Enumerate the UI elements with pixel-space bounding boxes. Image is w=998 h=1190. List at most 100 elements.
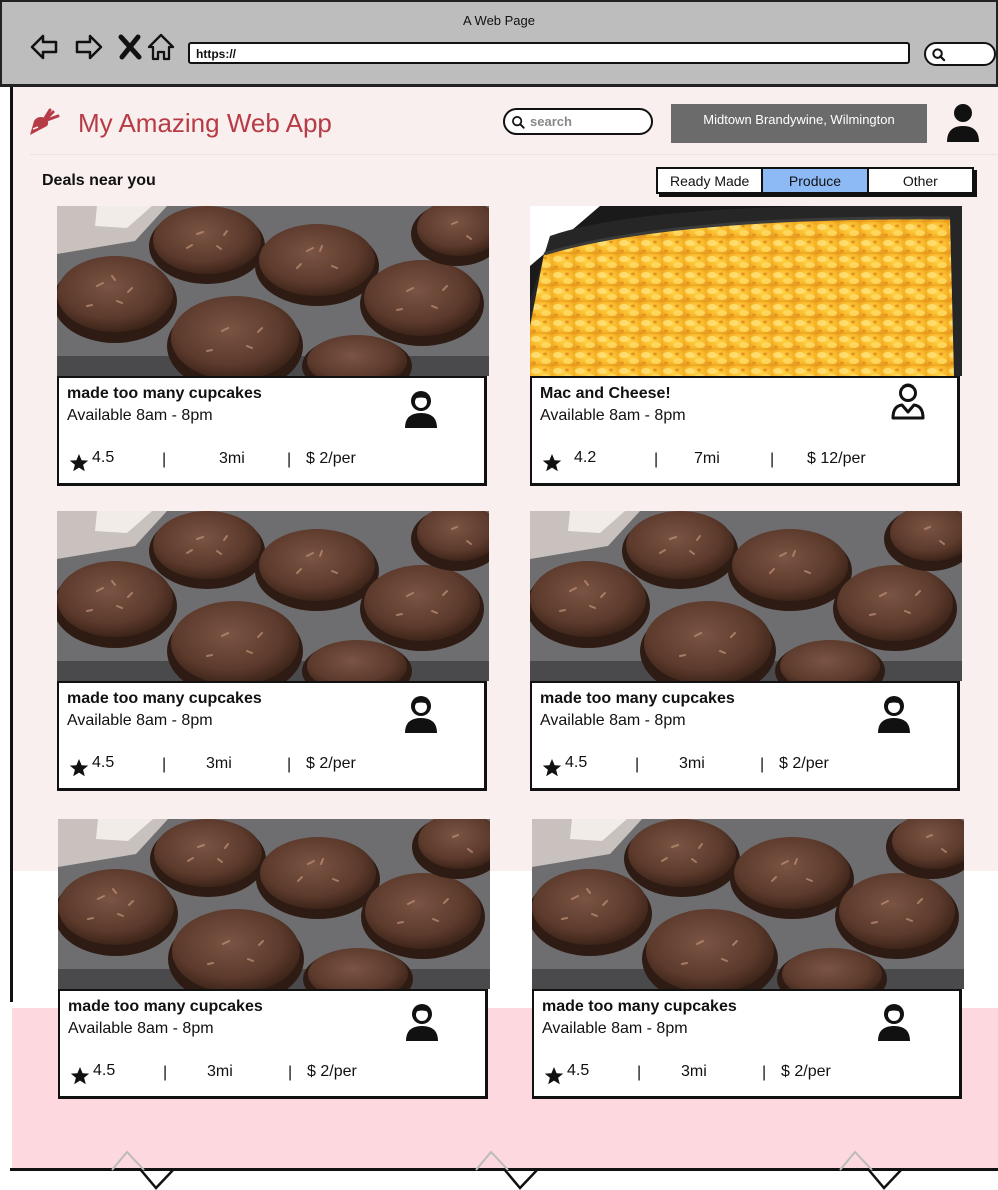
category-tabs: Ready Made Produce Other	[656, 167, 974, 194]
listing-distance: 3mi	[679, 755, 705, 772]
rating-value: 4.5	[565, 754, 588, 771]
separator: |	[762, 1064, 767, 1081]
listing-info: made too many cupcakes Available 8am - 8…	[57, 681, 487, 791]
star-icon	[69, 759, 89, 777]
listing-rating: 4.5	[544, 1062, 589, 1086]
listing-title[interactable]: made too many cupcakes	[68, 998, 263, 1016]
listing-hours: Available 8am - 8pm	[68, 1020, 214, 1037]
listing-hours: Available 8am - 8pm	[542, 1020, 688, 1037]
star-icon	[542, 759, 562, 777]
cupcakes-photo[interactable]	[532, 819, 964, 989]
listing-price: $ 2/per	[306, 755, 356, 772]
header-divider	[30, 154, 998, 155]
listing-title[interactable]: Mac and Cheese!	[540, 385, 671, 403]
home-icon[interactable]	[146, 32, 176, 62]
tab-ready-made[interactable]: Ready Made	[658, 169, 764, 192]
listing-info: made too many cupcakes Available 8am - 8…	[530, 681, 960, 791]
user-profile-icon[interactable]	[944, 102, 982, 144]
rating-value: 4.2	[574, 449, 597, 466]
separator: |	[287, 451, 292, 468]
cupcakes-photo[interactable]	[530, 511, 962, 681]
listing-rating: 4.5	[69, 449, 114, 473]
woman-user-icon[interactable]	[404, 1001, 440, 1041]
separator: |	[287, 756, 292, 773]
listing-info: made too many cupcakes Available 8am - 8…	[532, 989, 962, 1099]
back-arrow-icon[interactable]	[29, 32, 59, 62]
rating-value: 4.5	[92, 449, 115, 466]
app-title[interactable]: My Amazing Web App	[78, 108, 332, 139]
listing-card[interactable]: made too many cupcakes Available 8am - 8…	[58, 819, 490, 1101]
listing-info: Mac and Cheese! Available 8am - 8pm 4.2 …	[530, 376, 960, 486]
address-bar[interactable]: https://	[188, 42, 910, 64]
listing-hours: Available 8am - 8pm	[540, 712, 686, 729]
tab-other[interactable]: Other	[869, 169, 972, 192]
listing-rating: 4.5	[70, 1062, 115, 1086]
cupcakes-photo[interactable]	[57, 206, 489, 376]
tab-produce[interactable]: Produce	[763, 169, 869, 192]
listing-card[interactable]: Mac and Cheese! Available 8am - 8pm 4.2 …	[530, 206, 962, 488]
separator: |	[162, 756, 167, 773]
listing-hours: Available 8am - 8pm	[67, 712, 213, 729]
scroll-down-chevron-icon[interactable]	[110, 1148, 180, 1190]
listing-rating: 4.5	[542, 754, 587, 778]
listing-distance: 3mi	[681, 1063, 707, 1080]
separator: |	[654, 451, 659, 468]
separator: |	[760, 756, 765, 773]
browser-search-field[interactable]	[924, 42, 996, 66]
woman-user-icon[interactable]	[876, 693, 912, 733]
scroll-down-chevron-icon[interactable]	[474, 1148, 544, 1190]
listing-price: $ 2/per	[306, 450, 356, 467]
stop-x-icon[interactable]	[115, 32, 145, 62]
man-user-outline-icon[interactable]	[890, 382, 926, 422]
listing-rating: 4.5	[69, 754, 114, 778]
separator: |	[635, 756, 640, 773]
listing-title[interactable]: made too many cupcakes	[67, 690, 262, 708]
listing-card[interactable]: made too many cupcakes Available 8am - 8…	[57, 511, 489, 793]
listing-hours: Available 8am - 8pm	[67, 407, 213, 424]
listing-distance: 3mi	[219, 450, 245, 467]
carrot-logo-icon[interactable]	[28, 107, 62, 137]
star-icon	[70, 1067, 90, 1085]
separator: |	[637, 1064, 642, 1081]
location-selector[interactable]: Midtown Brandywine, Wilmington	[671, 104, 927, 143]
listing-card[interactable]: made too many cupcakes Available 8am - 8…	[532, 819, 964, 1101]
listing-price: $ 12/per	[807, 450, 866, 467]
forward-arrow-icon[interactable]	[74, 32, 104, 62]
separator: |	[162, 451, 167, 468]
separator: |	[163, 1064, 168, 1081]
window-title: A Web Page	[462, 13, 536, 28]
search-input[interactable]: search	[503, 108, 653, 135]
woman-user-icon[interactable]	[876, 1001, 912, 1041]
listing-hours: Available 8am - 8pm	[540, 407, 686, 424]
scroll-down-chevron-icon[interactable]	[838, 1148, 908, 1190]
mac-and-cheese-photo[interactable]	[530, 206, 962, 376]
listing-price: $ 2/per	[307, 1063, 357, 1080]
listing-distance: 7mi	[694, 450, 720, 467]
listing-distance: 3mi	[207, 1063, 233, 1080]
listing-price: $ 2/per	[781, 1063, 831, 1080]
listing-card[interactable]: made too many cupcakes Available 8am - 8…	[530, 511, 962, 793]
listing-price: $ 2/per	[779, 755, 829, 772]
separator: |	[770, 451, 775, 468]
separator: |	[288, 1064, 293, 1081]
browser-toolbar: A Web Page https://	[0, 0, 998, 87]
search-icon	[932, 48, 946, 62]
listing-title[interactable]: made too many cupcakes	[540, 690, 735, 708]
star-icon	[69, 454, 89, 472]
rating-value: 4.5	[93, 1062, 116, 1079]
page-left-border	[10, 87, 13, 1002]
listing-rating: 4.2	[542, 449, 596, 473]
section-heading: Deals near you	[42, 172, 156, 189]
listing-title[interactable]: made too many cupcakes	[67, 385, 262, 403]
listing-info: made too many cupcakes Available 8am - 8…	[58, 989, 488, 1099]
listing-card[interactable]: made too many cupcakes Available 8am - 8…	[57, 206, 489, 488]
woman-user-icon[interactable]	[403, 693, 439, 733]
cupcakes-photo[interactable]	[57, 511, 489, 681]
star-icon	[542, 454, 562, 472]
woman-user-icon[interactable]	[403, 388, 439, 428]
cupcakes-photo[interactable]	[58, 819, 490, 989]
listing-distance: 3mi	[206, 755, 232, 772]
rating-value: 4.5	[92, 754, 115, 771]
listing-title[interactable]: made too many cupcakes	[542, 998, 737, 1016]
listing-info: made too many cupcakes Available 8am - 8…	[57, 376, 487, 486]
